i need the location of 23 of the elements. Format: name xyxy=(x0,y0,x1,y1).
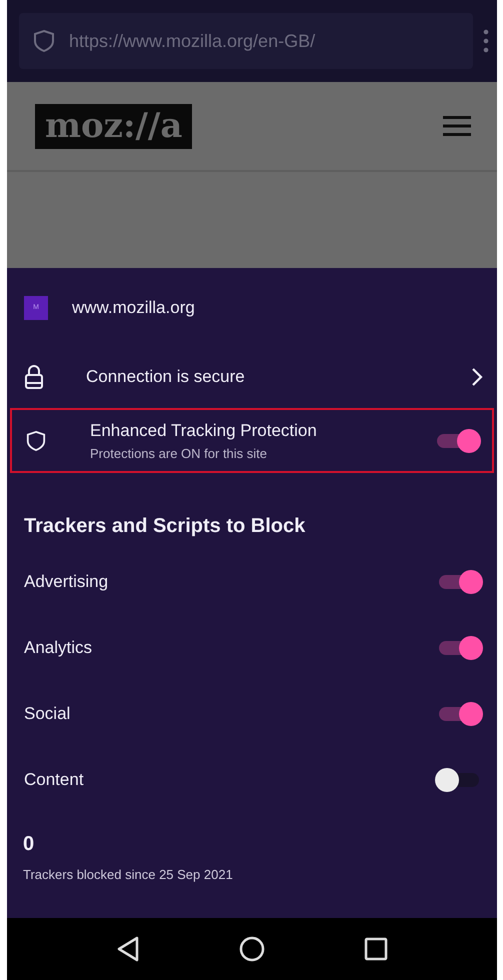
logo[interactable]: moz://a xyxy=(35,104,192,148)
tracker-label: Content xyxy=(24,769,85,792)
chevron-right-icon xyxy=(471,367,483,387)
tracker-label: Social xyxy=(24,703,72,726)
blocked-count: 0 xyxy=(23,832,34,857)
section-heading: Trackers and Scripts to Block xyxy=(23,514,306,539)
row-subtitle: Protections are ON for this site xyxy=(90,444,268,462)
shield-icon xyxy=(26,428,46,452)
lock-icon xyxy=(24,364,44,390)
tracking-protection-row[interactable]: Enhanced Tracking Protection Protections are ON for this site xyxy=(10,408,494,473)
menu-icon[interactable] xyxy=(483,28,489,54)
blocked-caption: Trackers blocked since 25 Sep 2021 xyxy=(23,866,234,884)
site-domain: www.mozilla.org xyxy=(72,297,195,320)
tracker-label: Advertising xyxy=(24,571,110,594)
shield-icon xyxy=(33,29,55,53)
tracker-label: Analytics xyxy=(24,637,94,660)
row-title: Enhanced Tracking Protection xyxy=(90,420,318,442)
row-title: Connection is secure xyxy=(86,366,246,388)
connection-row[interactable]: Connection is secure xyxy=(7,346,497,408)
recents-icon[interactable] xyxy=(364,937,388,961)
home-icon[interactable] xyxy=(238,936,265,962)
back-icon[interactable] xyxy=(116,936,140,962)
menu-icon[interactable] xyxy=(443,115,471,137)
